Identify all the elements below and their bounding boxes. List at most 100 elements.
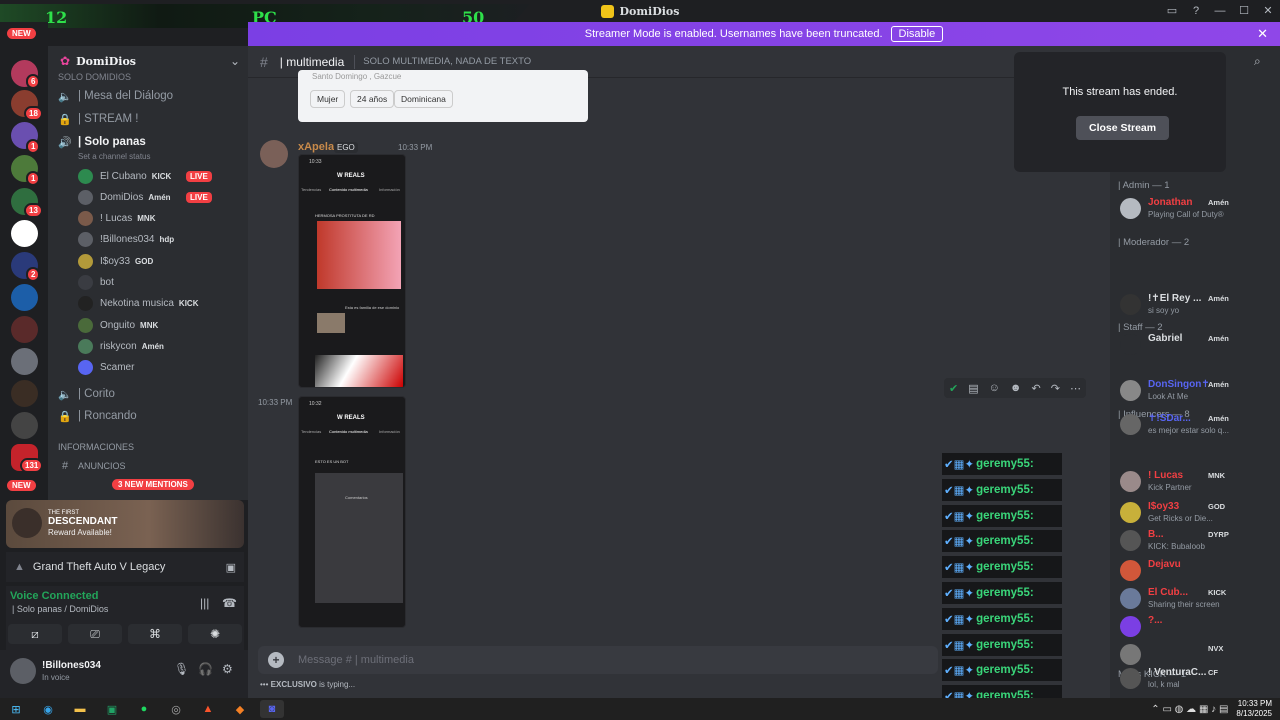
microphone-icon[interactable]: 🎙 bbox=[174, 662, 189, 676]
avatar[interactable] bbox=[260, 140, 288, 168]
channel-mesa[interactable]: 🔈 | Mesa del Diálogo bbox=[48, 86, 248, 106]
server-icon-11[interactable] bbox=[11, 380, 38, 407]
member-item[interactable]: B... DYRP KICK: Bubaloob bbox=[1120, 526, 1278, 556]
emoji-reaction-icon[interactable]: ☺ bbox=[989, 382, 1000, 394]
close-stream-button[interactable]: Close Stream bbox=[1076, 116, 1170, 140]
member-name: ✝!SDar... bbox=[1148, 413, 1191, 424]
server-header[interactable]: ✿ DomiDios ⌄ bbox=[60, 54, 240, 68]
help-icon[interactable]: ? bbox=[1184, 0, 1208, 22]
channel-anuncios[interactable]: # ANUNCIOS bbox=[48, 456, 248, 476]
member-status: es mejor estar solo q... bbox=[1148, 426, 1229, 435]
clock-date[interactable]: 8/13/2025 bbox=[1236, 709, 1272, 719]
member-name: Gabriel bbox=[1148, 333, 1183, 344]
discord-icon[interactable]: ◙ bbox=[260, 700, 284, 718]
search-icon[interactable]: ⌕ bbox=[1254, 54, 1261, 69]
new-mentions-pill[interactable]: 3 NEW MENTIONS bbox=[112, 479, 194, 490]
reply-icon[interactable]: ↶ bbox=[1032, 382, 1041, 395]
close-window-button[interactable]: ✕ bbox=[1256, 0, 1280, 22]
voice-location[interactable]: | Solo panas / DomiDios bbox=[12, 604, 108, 614]
reaction-icon[interactable]: ▤ bbox=[968, 382, 978, 395]
attachment-image[interactable]: 10:33 W REALS Tendencias Contenido multi… bbox=[298, 154, 406, 388]
message-input[interactable]: Message # | multimedia bbox=[298, 654, 414, 666]
server-icon-8[interactable] bbox=[11, 284, 38, 311]
new-unread-pill-bottom[interactable]: NEW bbox=[7, 480, 36, 491]
check-reaction-icon[interactable]: ✔ bbox=[949, 382, 958, 395]
message-composer[interactable]: + Message # | multimedia bbox=[258, 646, 938, 674]
voice-user[interactable]: ! Lucas MNK bbox=[78, 209, 248, 229]
member-item[interactable]: Dejavu bbox=[1120, 556, 1278, 586]
avatar[interactable] bbox=[10, 658, 36, 684]
channel-roncando[interactable]: 🔒 | Roncando bbox=[48, 406, 248, 426]
member-item[interactable]: ✝!SDar... Amén es mejor estar solo q... bbox=[1120, 410, 1278, 440]
clock-time[interactable]: 10:33 PM bbox=[1236, 699, 1272, 709]
member-tag: Amén bbox=[1208, 198, 1229, 207]
brave-icon[interactable]: ▲ bbox=[196, 700, 220, 718]
close-banner-icon[interactable]: ✕ bbox=[1257, 26, 1268, 42]
start-icon[interactable]: ⊞ bbox=[4, 700, 28, 718]
folder-icon[interactable]: ▬ bbox=[68, 700, 92, 718]
voice-user[interactable]: I$oy33 GOD bbox=[78, 251, 248, 271]
member-item[interactable]: Jonathan Amén Playing Call of Duty® bbox=[1120, 194, 1278, 224]
member-item[interactable]: ?... bbox=[1120, 612, 1278, 642]
channel-solo-panas[interactable]: 🔊 | Solo panas bbox=[48, 132, 248, 152]
display-icon[interactable]: ▣ bbox=[226, 561, 236, 574]
category-informaciones[interactable]: INFORMACIONES bbox=[58, 442, 134, 452]
steam-icon[interactable]: ◎ bbox=[164, 700, 188, 718]
user-tag: hdp bbox=[159, 235, 175, 245]
new-unread-pill-top[interactable]: NEW bbox=[7, 28, 36, 39]
voice-user[interactable]: Nekotina musica KICK bbox=[78, 294, 248, 314]
minimize-button[interactable]: — bbox=[1208, 0, 1232, 22]
member-item[interactable]: !✝El Rey ... Amén si soy yo bbox=[1120, 290, 1278, 320]
add-reaction-icon[interactable]: ☻ bbox=[1010, 382, 1022, 394]
voice-user[interactable]: Onguito MNK bbox=[78, 315, 248, 335]
maximize-button[interactable]: ☐ bbox=[1232, 0, 1256, 22]
voice-user-name: El Cubano bbox=[100, 170, 147, 182]
screen-share-icon[interactable]: ⎚ bbox=[68, 624, 122, 644]
camera-off-icon[interactable]: ⧄ bbox=[8, 624, 62, 644]
message-author[interactable]: xApela bbox=[298, 141, 334, 153]
inbox-icon[interactable]: ▭ bbox=[1160, 0, 1184, 22]
noise-icon[interactable]: ||| bbox=[200, 596, 209, 610]
forward-icon[interactable]: ↷ bbox=[1051, 382, 1060, 395]
spotify-icon[interactable]: ● bbox=[132, 700, 156, 718]
channel-corito[interactable]: 🔈 | Corito bbox=[48, 384, 248, 404]
disable-button[interactable]: Disable bbox=[890, 26, 944, 42]
settings-gear-icon[interactable]: ⚙ bbox=[222, 662, 233, 676]
member-status: Kick Partner bbox=[1148, 483, 1192, 492]
voice-user[interactable]: El Cubano KICK LIVE bbox=[78, 166, 248, 186]
voice-user[interactable]: bot bbox=[78, 273, 248, 293]
add-attachment-icon[interactable]: + bbox=[268, 652, 284, 668]
activity-status[interactable]: ▲ Grand Theft Auto V Legacy ▣ bbox=[6, 552, 244, 582]
member-item[interactable]: DonSingon✝ Amén Look At Me bbox=[1120, 376, 1278, 406]
voice-user[interactable]: DomiDios Amén LIVE bbox=[78, 187, 248, 207]
member-item[interactable]: ! VenturaC... CF lol, k mal bbox=[1120, 664, 1278, 694]
overlay-chat-line: ✔▦✦geremy55: bbox=[942, 582, 1062, 604]
member-item[interactable]: El Cub... KICK Sharing their screen bbox=[1120, 584, 1278, 614]
activity-icon[interactable]: ⌘ bbox=[128, 624, 182, 644]
voice-user[interactable]: !Billones034 hdp bbox=[78, 230, 248, 250]
attachment-image[interactable]: 10:32 W REALS Tendencias Contenido multi… bbox=[298, 396, 406, 628]
user-tag: Amén bbox=[148, 192, 171, 202]
channel-stream[interactable]: 🔒 | STREAM ! bbox=[48, 109, 248, 129]
headphones-icon[interactable]: 🎧 bbox=[198, 662, 213, 676]
member-item[interactable]: Gabriel Amén bbox=[1120, 330, 1278, 360]
server-icon-10[interactable] bbox=[11, 348, 38, 375]
app-icon[interactable]: ◆ bbox=[228, 700, 252, 718]
member-item[interactable]: I$oy33 GOD Get Ricks or Die... bbox=[1120, 498, 1278, 528]
set-status-link[interactable]: Set a channel status bbox=[78, 152, 151, 161]
server-icon-6[interactable] bbox=[11, 220, 38, 247]
unread-badge: 13 bbox=[24, 203, 43, 218]
terminal-icon[interactable]: ▣ bbox=[100, 700, 124, 718]
server-icon-9[interactable] bbox=[11, 316, 38, 343]
tray-icons[interactable]: ⌃ ▭ ◍ ☁ ▦ ♪ ▤ bbox=[1151, 704, 1228, 715]
avatar bbox=[1120, 414, 1141, 435]
edge-icon[interactable]: ◉ bbox=[36, 700, 60, 718]
server-icon-12[interactable] bbox=[11, 412, 38, 439]
voice-user[interactable]: riskycon Amén bbox=[78, 336, 248, 356]
voice-user[interactable]: Scamer bbox=[78, 358, 248, 378]
more-icon[interactable]: ⋯ bbox=[1070, 382, 1081, 395]
disconnect-icon[interactable]: ☎ bbox=[222, 596, 237, 610]
reward-promo-card[interactable]: THE FIRST DESCENDANT Reward Available! bbox=[6, 500, 244, 548]
member-item[interactable]: ! Lucas MNK Kick Partner bbox=[1120, 467, 1278, 497]
soundboard-icon[interactable]: ✺ bbox=[188, 624, 242, 644]
